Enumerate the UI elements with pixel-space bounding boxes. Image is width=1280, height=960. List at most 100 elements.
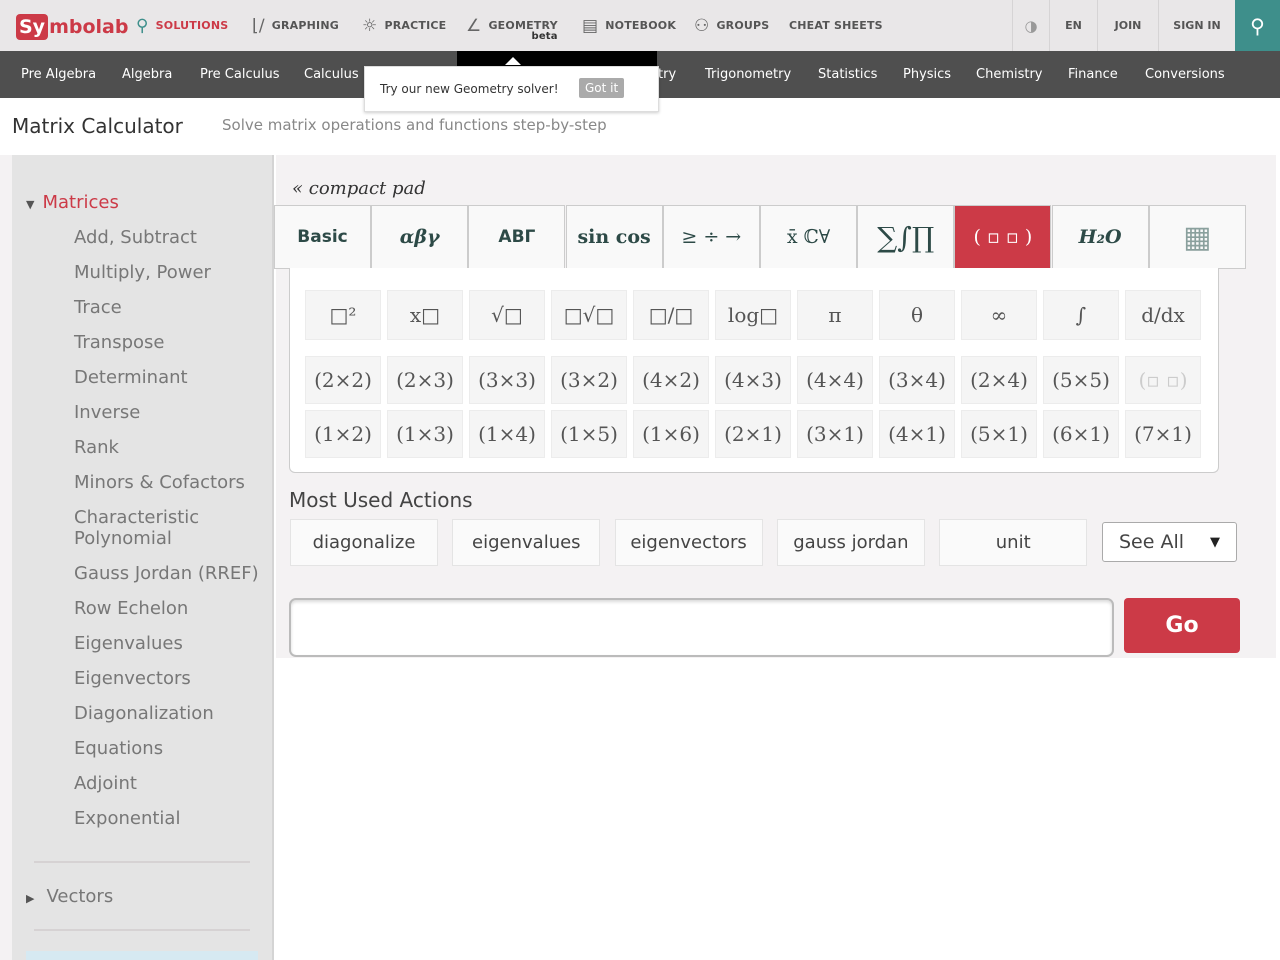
search-button[interactable]: ⚲ [1235,0,1280,51]
keypad-key[interactable]: (4×4) [797,356,873,404]
keypad-key[interactable]: (1×3) [387,410,463,458]
sidebar-item[interactable]: Add, Subtract [74,227,259,248]
keypad-key[interactable]: (2×2) [305,356,381,404]
subnav-conversions[interactable]: Conversions [1145,51,1225,98]
go-button[interactable]: Go [1124,598,1240,653]
symbolab-logo[interactable]: Sy mbolab [16,12,128,42]
see-all-select[interactable]: See All ▼ [1102,522,1237,562]
keypad-key[interactable]: (3×4) [879,356,955,404]
keypad-tab[interactable]: sin cos [565,205,663,269]
keypad-tab[interactable]: H₂O [1051,205,1149,269]
calculator-icon: ▦ [1183,219,1212,255]
keypad-tab[interactable]: ( ▫ ▫ ) [954,205,1052,269]
sidebar-section-matrices[interactable]: ▼ Matrices [26,192,119,213]
expression-input[interactable] [289,598,1114,657]
keypad-key[interactable]: x□ [387,290,463,340]
keypad-key[interactable]: (1×4) [469,410,545,458]
keypad-key[interactable]: □² [305,290,381,340]
sign-in-button[interactable]: SIGN IN [1158,0,1235,51]
sidebar-item[interactable]: Inverse [74,402,259,423]
keypad-key[interactable]: (5×5) [1043,356,1119,404]
keypad-tab[interactable]: x̄ ℂ∀ [760,205,857,269]
nav-graphing[interactable]: ⌊∕ GRAPHING [252,0,339,51]
action-button[interactable]: gauss jordan [776,519,925,566]
keypad-key[interactable]: (▫ ▫) [1125,356,1201,404]
contrast-toggle[interactable]: ◑ [1012,0,1049,51]
keypad-key[interactable]: θ [879,290,955,340]
sidebar-section-vectors[interactable]: ▶ Vectors [26,886,113,907]
subnav-geometry-partial[interactable]: try [658,51,676,98]
keypad-key[interactable]: (1×5) [551,410,627,458]
keypad-key[interactable]: (2×3) [387,356,463,404]
keypad-tab[interactable]: Basic [274,205,371,269]
sidebar-item[interactable]: Diagonalization [74,703,259,724]
keypad-key[interactable]: (5×1) [961,410,1037,458]
subnav-algebra[interactable]: Algebra [122,51,172,98]
join-button[interactable]: JOIN [1097,0,1158,51]
nav-groups[interactable]: ⚇ GROUPS [694,0,769,51]
subnav-statistics[interactable]: Statistics [818,51,877,98]
subnav-physics[interactable]: Physics [903,51,951,98]
geometry-tooltip: Try our new Geometry solver! Got it [364,66,659,112]
keypad-tab[interactable]: ΑΒΓ [468,205,566,269]
sidebar-item[interactable]: Transpose [74,332,259,353]
keypad-key[interactable]: (4×3) [715,356,791,404]
sidebar-item[interactable]: Eigenvectors [74,668,259,689]
sidebar-item[interactable]: Minors & Cofactors [74,472,259,493]
keypad-key[interactable]: (4×1) [879,410,955,458]
action-button[interactable]: unit [939,519,1088,566]
subnav-pre-algebra[interactable]: Pre Algebra [21,51,96,98]
sidebar-item[interactable]: Equations [74,738,259,759]
sidebar-item[interactable]: Gauss Jordan (RREF) [74,563,259,584]
sidebar-item[interactable]: Exponential [74,808,259,829]
sidebar-item[interactable]: Eigenvalues [74,633,259,654]
nav-geometry[interactable]: ∠ GEOMETRY beta [466,0,558,51]
subnav-pre-calculus[interactable]: Pre Calculus [200,51,279,98]
keypad-key[interactable]: (2×1) [715,410,791,458]
action-button[interactable]: eigenvectors [614,519,763,566]
keypad-tab[interactable]: αβγ [371,205,469,269]
keypad-key[interactable]: √□ [469,290,545,340]
subnav-chemistry[interactable]: Chemistry [976,51,1043,98]
keypad-tab[interactable]: ≥ ÷ → [662,205,760,269]
keypad-key[interactable]: ∞ [961,290,1037,340]
keypad-key[interactable]: π [797,290,873,340]
sidebar-item[interactable]: Characteristic Polynomial [74,507,259,549]
action-button[interactable]: eigenvalues [452,519,601,566]
keypad-key[interactable]: (4×2) [633,356,709,404]
subnav-calculus[interactable]: Calculus [304,51,359,98]
sidebar-item[interactable]: Row Echelon [74,598,259,619]
notebook-icon: ▤ [582,15,599,36]
got-it-button[interactable]: Got it [579,78,625,98]
keypad-key[interactable]: (3×3) [469,356,545,404]
keypad-key[interactable]: (1×2) [305,410,381,458]
nav-solutions[interactable]: ⚲ SOLUTIONS [136,0,228,51]
keypad-key[interactable]: (3×1) [797,410,873,458]
language-button[interactable]: EN [1049,0,1097,51]
keypad-key[interactable]: (2×4) [961,356,1037,404]
keypad-key[interactable]: (1×6) [633,410,709,458]
nav-practice[interactable]: ☼ PRACTICE [362,0,446,51]
caret-down-icon: ▼ [26,198,35,211]
keypad-key[interactable]: log□ [715,290,791,340]
subnav-trigonometry[interactable]: Trigonometry [705,51,791,98]
sidebar-item[interactable]: Adjoint [74,773,259,794]
nav-notebook[interactable]: ▤ NOTEBOOK [582,0,676,51]
keypad-key[interactable]: (7×1) [1125,410,1201,458]
keypad-tab-calculator[interactable]: ▦ [1148,205,1246,269]
nav-cheat-sheets[interactable]: CHEAT SHEETS [789,0,883,51]
keypad-key[interactable]: (3×2) [551,356,627,404]
sidebar-item[interactable]: Multiply, Power [74,262,259,283]
keypad-key[interactable]: □/□ [633,290,709,340]
keypad-key[interactable]: (6×1) [1043,410,1119,458]
sidebar-item[interactable]: Trace [74,297,259,318]
keypad-key[interactable]: □√□ [551,290,627,340]
subnav-finance[interactable]: Finance [1068,51,1118,98]
action-button[interactable]: diagonalize [290,519,438,566]
compact-pad-link[interactable]: « compact pad [292,178,426,199]
sidebar-item[interactable]: Rank [74,437,259,458]
keypad-key[interactable]: ∫ [1043,290,1119,340]
keypad-key[interactable]: d/dx [1125,290,1201,340]
sidebar-item[interactable]: Determinant [74,367,259,388]
keypad-tab[interactable]: ∑∫∏ [857,205,955,269]
